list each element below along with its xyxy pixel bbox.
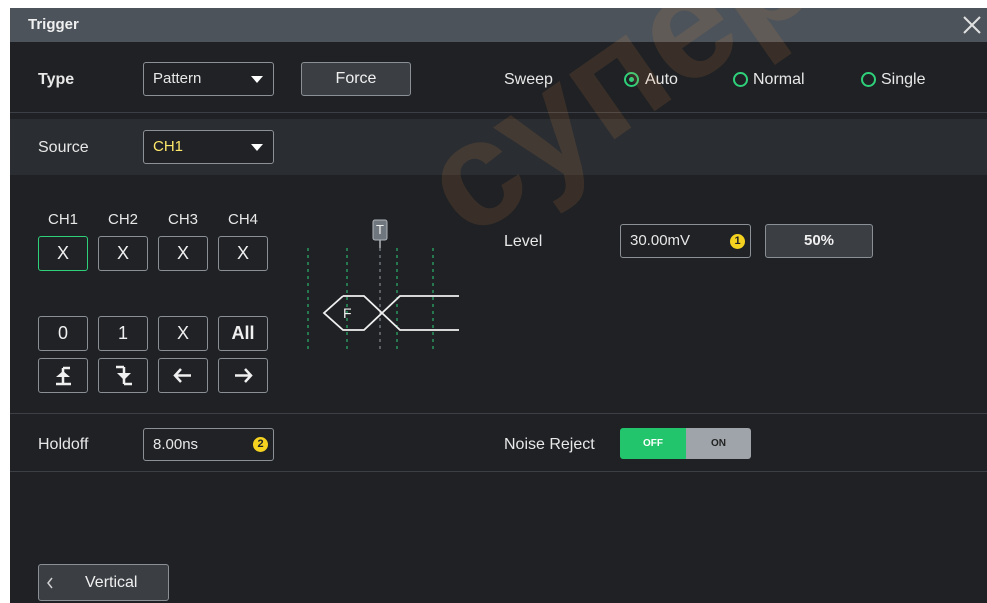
level-value: 30.00mV <box>630 232 691 249</box>
noise-reject-toggle[interactable]: OFF ON <box>620 428 751 459</box>
radio-unchecked-icon <box>733 72 748 87</box>
level-label: Level <box>504 233 543 250</box>
move-left-button[interactable] <box>158 358 208 393</box>
channel-pattern-button[interactable]: X <box>218 236 268 271</box>
chevron-down-icon <box>251 76 263 83</box>
close-icon[interactable] <box>961 14 983 36</box>
divider <box>10 413 987 414</box>
channel-pattern-button[interactable]: X <box>158 236 208 271</box>
arrow-left-icon <box>173 368 191 383</box>
pattern-0-button[interactable]: 0 <box>38 316 88 351</box>
knob-2-badge: 2 <box>253 437 268 452</box>
level-input[interactable]: 30.00mV 1 <box>620 224 751 258</box>
chevron-down-icon <box>251 144 263 151</box>
force-button[interactable]: Force <box>301 62 411 96</box>
move-right-button[interactable] <box>218 358 268 393</box>
channel-label: CH2 <box>107 211 138 228</box>
arrow-right-icon <box>235 368 253 383</box>
pattern-all-button[interactable]: All <box>218 316 268 351</box>
channel-label: CH4 <box>227 211 258 228</box>
channel-label: CH1 <box>47 211 78 228</box>
sweep-label: Sweep <box>504 71 553 88</box>
pattern-1-button[interactable]: 1 <box>98 316 148 351</box>
rising-edge-icon <box>56 366 71 386</box>
source-value: CH1 <box>153 138 184 155</box>
divider <box>10 112 987 113</box>
channel-label: CH3 <box>167 211 198 228</box>
trigger-dialog: Trigger Type Pattern Force Sweep Auto No… <box>10 8 987 603</box>
sweep-single-label: Single <box>881 71 926 88</box>
holdoff-label: Holdoff <box>38 436 89 453</box>
vertical-button-label: Vertical <box>85 574 138 591</box>
channel-pattern-button[interactable]: X <box>38 236 88 271</box>
holdoff-value: 8.00ns <box>153 436 199 453</box>
falling-edge-icon <box>116 365 132 386</box>
falling-edge-button[interactable] <box>98 358 148 393</box>
source-select[interactable]: CH1 <box>143 130 274 164</box>
radio-checked-icon <box>624 72 639 87</box>
title-bar: Trigger <box>10 8 987 42</box>
bus-label: F <box>343 305 352 321</box>
chevron-left-icon <box>47 577 53 589</box>
trigger-marker-label: T <box>376 222 384 237</box>
rising-edge-button[interactable] <box>38 358 88 393</box>
sweep-auto-label: Auto <box>645 71 678 88</box>
knob-1-badge: 1 <box>730 234 745 249</box>
sweep-normal-label: Normal <box>753 71 805 88</box>
divider <box>10 471 987 472</box>
toggle-on-segment: ON <box>686 428 751 459</box>
source-label: Source <box>38 139 89 156</box>
pattern-x-button[interactable]: X <box>158 316 208 351</box>
toggle-off-segment: OFF <box>620 428 686 459</box>
dialog-title: Trigger <box>28 16 79 33</box>
pattern-diagram: T F <box>296 218 466 358</box>
noise-reject-label: Noise Reject <box>504 436 595 453</box>
type-select[interactable]: Pattern <box>143 62 274 96</box>
level-50-percent-button[interactable]: 50% <box>765 224 873 258</box>
holdoff-input[interactable]: 8.00ns 2 <box>143 428 274 461</box>
type-value: Pattern <box>153 70 202 87</box>
channel-pattern-button[interactable]: X <box>98 236 148 271</box>
vertical-back-button[interactable]: Vertical <box>38 564 169 601</box>
type-label: Type <box>38 71 75 88</box>
radio-unchecked-icon <box>861 72 876 87</box>
